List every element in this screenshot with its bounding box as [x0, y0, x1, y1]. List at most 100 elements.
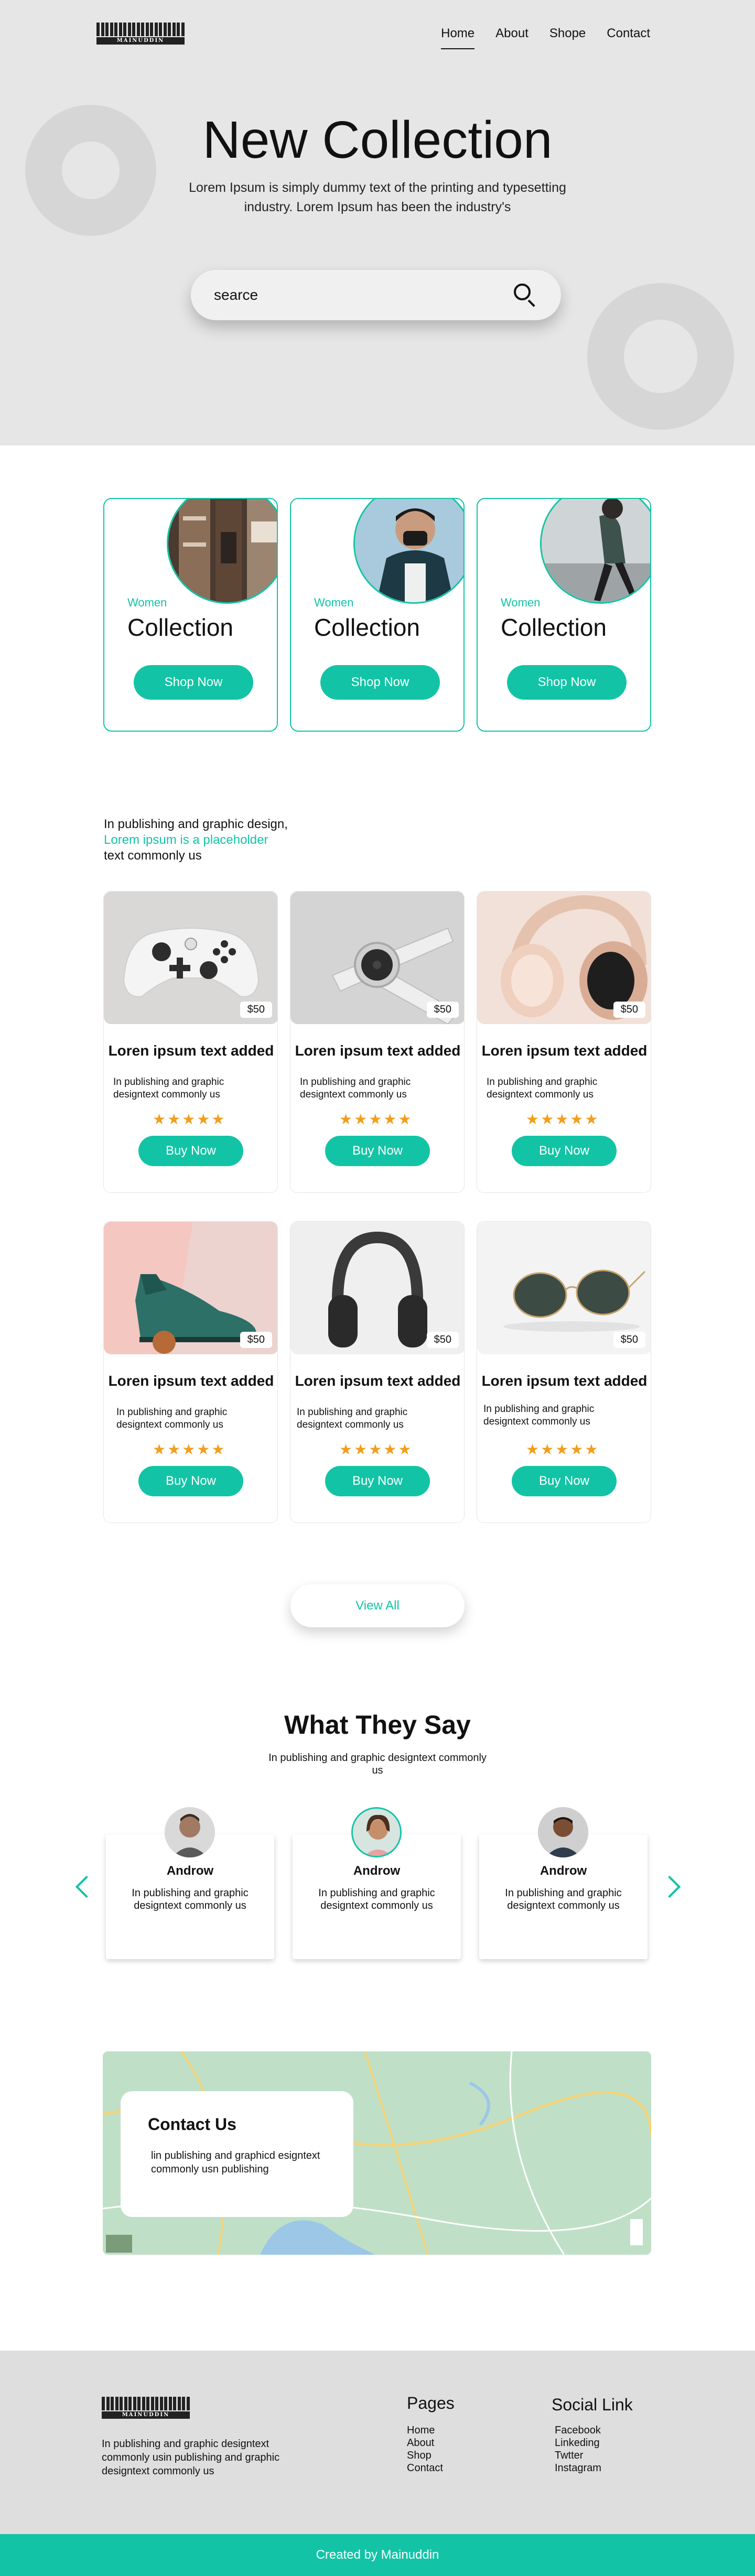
buy-now-button[interactable]: Buy Now — [512, 1466, 617, 1496]
product-image-smart-watch[interactable]: $50 — [290, 892, 464, 1024]
collection-title: Collection — [314, 614, 420, 641]
hero-title: New Collection — [202, 111, 553, 169]
rating-stars: ★★★★★ — [526, 1111, 600, 1127]
collection-tag: Women — [127, 596, 167, 609]
product-description: In publishing and graphic designtext com… — [116, 1407, 228, 1430]
footer-link-home[interactable]: Home — [407, 2424, 443, 2437]
testimonial-card: Androw In publishing and graphic designt… — [479, 1807, 648, 1959]
product-title: Loren ipsum text added — [481, 1042, 648, 1059]
product-description: In publishing and graphic designtext com… — [113, 1077, 224, 1100]
testimonial-card: Androw In publishing and graphic designt… — [106, 1807, 274, 1959]
testimonial-name: Androw — [353, 1864, 401, 1878]
hero-section: MAINUDDIN Home About Shope Contact New C… — [0, 0, 755, 445]
collection-image-walking-person — [540, 499, 650, 604]
intro-line: In publishing and graphic design, — [104, 817, 288, 831]
buy-now-button[interactable]: Buy Now — [138, 1136, 243, 1166]
collection-title: Collection — [501, 614, 607, 641]
rating-stars: ★★★★★ — [339, 1111, 413, 1127]
nav-about[interactable]: About — [495, 26, 528, 49]
hero-description: Lorem Ipsum is simply dummy text of the … — [189, 180, 566, 214]
logo-mark — [102, 2397, 190, 2410]
price-tag: $50 — [240, 1332, 272, 1348]
search-icon[interactable] — [513, 282, 538, 308]
testimonial-name: Androw — [540, 1864, 587, 1878]
product-image-sunglasses[interactable]: $50 — [477, 1222, 651, 1354]
product-image-headphones-black[interactable]: $50 — [290, 1222, 464, 1354]
product-description: In publishing and graphic designtext com… — [483, 1404, 595, 1427]
testimonial-name: Androw — [166, 1864, 214, 1878]
shop-now-button[interactable]: Shop Now — [134, 665, 253, 700]
shop-now-button[interactable]: Shop Now — [320, 665, 440, 700]
contact-text: lin publishing and graphicd esigntext co… — [151, 2150, 320, 2175]
logo[interactable]: MAINUDDIN — [96, 21, 185, 46]
buy-now-button[interactable]: Buy Now — [325, 1136, 430, 1166]
product-title: Loren ipsum text added — [108, 1042, 274, 1059]
price-tag: $50 — [613, 1332, 645, 1348]
price-tag: $50 — [426, 1002, 459, 1018]
buy-now-button[interactable]: Buy Now — [325, 1466, 430, 1496]
footer-link-twitter[interactable]: Twtter — [555, 2449, 601, 2462]
footer-logo[interactable]: MAINUDDIN — [102, 2395, 190, 2420]
product-title: Loren ipsum text added — [295, 1042, 461, 1059]
rating-stars: ★★★★★ — [153, 1441, 226, 1458]
testimonial-text: In publishing and graphic designtext com… — [505, 1887, 622, 1911]
chevron-left-icon[interactable] — [75, 1875, 98, 1898]
collection-card: Women Collection Shop Now — [290, 498, 465, 732]
intro-line: text commonly us — [104, 849, 202, 863]
chevron-right-icon[interactable] — [658, 1875, 681, 1898]
price-tag: $50 — [613, 1002, 645, 1018]
footer-pages-title: Pages — [407, 2394, 455, 2412]
shop-now-button[interactable]: Shop Now — [507, 665, 627, 700]
product-card: $50 Loren ipsum text added In publishing… — [477, 1221, 651, 1523]
product-card: $50 Loren ipsum text added In publishing… — [103, 1221, 278, 1523]
view-all-button[interactable]: View All — [290, 1584, 465, 1627]
product-title: Loren ipsum text added — [108, 1373, 274, 1389]
footer-link-linkedin[interactable]: Linkeding — [555, 2437, 601, 2449]
footer: MAINUDDIN In publishing and graphic desi… — [0, 2351, 755, 2534]
product-card: $50 Loren ipsum text added In publishing… — [103, 891, 278, 1193]
contact-card: Contact Us lin publishing and graphicd e… — [121, 2091, 353, 2217]
logo-text: MAINUDDIN — [96, 37, 185, 45]
product-card: $50 Loren ipsum text added In publishing… — [477, 891, 651, 1193]
avatar — [351, 1807, 402, 1857]
footer-link-contact[interactable]: Contact — [407, 2462, 443, 2474]
footer-link-facebook[interactable]: Facebook — [555, 2424, 601, 2437]
intro-highlight[interactable]: Lorem ipsum is a placeholder — [104, 832, 366, 848]
rating-stars: ★★★★★ — [339, 1441, 413, 1458]
buy-now-button[interactable]: Buy Now — [512, 1136, 617, 1166]
price-tag: $50 — [426, 1332, 459, 1348]
search-input[interactable] — [214, 287, 508, 303]
collection-card: Women Collection Shop Now — [103, 498, 278, 732]
product-description: In publishing and graphic designtext com… — [487, 1077, 598, 1100]
rating-stars: ★★★★★ — [526, 1441, 600, 1458]
collection-tag: Women — [314, 596, 354, 609]
footer-link-shop[interactable]: Shop — [407, 2449, 443, 2462]
testimonials-subtitle: In publishing and graphic designtext com… — [268, 1752, 487, 1776]
avatar — [165, 1807, 215, 1857]
collection-title: Collection — [127, 614, 233, 641]
buy-now-button[interactable]: Buy Now — [138, 1466, 243, 1496]
nav-home[interactable]: Home — [441, 26, 475, 49]
footer-link-instagram[interactable]: Instagram — [555, 2462, 601, 2474]
product-description: In publishing and graphic designtext com… — [297, 1407, 408, 1430]
product-card: $50 Loren ipsum text added In publishing… — [290, 1221, 465, 1523]
price-tag: $50 — [240, 1002, 272, 1018]
nav-contact[interactable]: Contact — [607, 26, 650, 49]
collection-image-man-jacket — [353, 499, 463, 604]
footer-link-about[interactable]: About — [407, 2437, 443, 2449]
product-image-game-controller[interactable]: $50 — [104, 892, 277, 1024]
logo-text: MAINUDDIN — [102, 2411, 190, 2419]
footer-social-list: Facebook Linkeding Twtter Instagram — [555, 2424, 601, 2474]
product-card: $50 Loren ipsum text added In publishing… — [290, 891, 465, 1193]
testimonial-text: In publishing and graphic designtext com… — [132, 1887, 249, 1911]
footer-description: In publishing and graphic designtext com… — [102, 2438, 280, 2477]
nav-shope[interactable]: Shope — [549, 26, 586, 49]
products-intro: In publishing and graphic design, Lorem … — [104, 817, 366, 864]
testimonials-title: What They Say — [284, 1710, 471, 1740]
main-nav: Home About Shope Contact — [420, 26, 650, 49]
product-image-green-shoe[interactable]: $50 — [104, 1222, 277, 1354]
collection-card: Women Collection Shop Now — [477, 498, 651, 732]
footer-social-title: Social Link — [552, 2395, 633, 2414]
testimonial-card: Androw In publishing and graphic designt… — [293, 1807, 461, 1959]
product-image-headphones-beige[interactable]: $50 — [477, 892, 651, 1024]
